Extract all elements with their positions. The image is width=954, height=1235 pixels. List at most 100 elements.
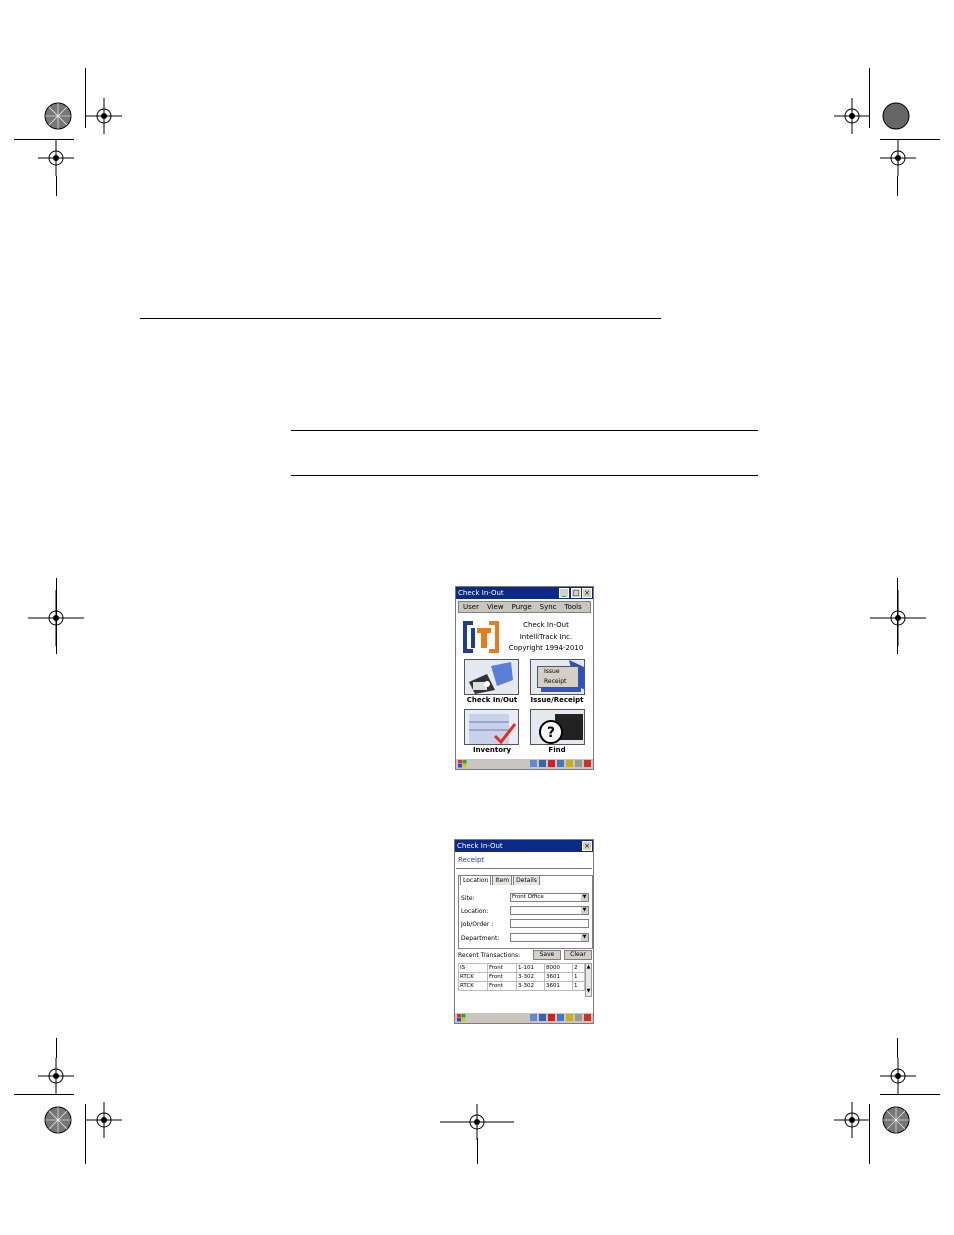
menu-purge[interactable]: Purge	[508, 602, 536, 612]
sync-icon[interactable]	[539, 1014, 546, 1021]
battery-icon[interactable]	[566, 1014, 573, 1021]
menu-tools[interactable]: Tools	[561, 602, 586, 612]
signal-icon[interactable]	[548, 760, 555, 767]
chevron-down-icon[interactable]: ▼	[581, 894, 588, 901]
menu-sync[interactable]: Sync	[536, 602, 561, 612]
color-wheel-mark	[882, 102, 910, 130]
clear-button[interactable]: Clear	[564, 950, 592, 960]
table-row[interactable]: IS Front 1-101 8000 2	[458, 963, 585, 973]
windows-start-icon[interactable]	[458, 760, 467, 768]
inventory-tile[interactable]	[464, 709, 519, 745]
crosshair-mark	[870, 590, 926, 646]
chevron-down-icon[interactable]: ▼	[581, 934, 588, 941]
color-wheel-mark	[44, 1106, 72, 1134]
table-cell: RTCK	[458, 972, 488, 982]
tab-row: Location Item Details	[460, 875, 541, 885]
crosshair-mark	[86, 1102, 122, 1138]
close-button[interactable]: ×	[582, 588, 592, 598]
sync-icon[interactable]	[539, 760, 546, 767]
battery-icon[interactable]	[566, 760, 573, 767]
system-tray	[530, 1014, 591, 1021]
table-cell: 3-302	[516, 981, 545, 991]
table-cell: 2	[572, 963, 585, 973]
globe-icon[interactable]	[557, 1014, 564, 1021]
window-title: Check In-Out	[458, 589, 504, 597]
location-select[interactable]: ▼	[510, 906, 589, 915]
table-cell: Front	[487, 963, 517, 973]
intellitrack-logo	[463, 621, 499, 653]
globe-icon[interactable]	[557, 760, 564, 767]
note-bottom-rule	[291, 475, 758, 476]
app-name: Check In-Out	[523, 621, 569, 629]
windows-start-icon[interactable]	[457, 1014, 466, 1022]
color-wheel-mark	[882, 1106, 910, 1134]
job-order-label: Job/Order :	[461, 921, 494, 928]
inventory-icon	[465, 710, 518, 744]
tab-location[interactable]: Location	[460, 875, 492, 885]
title-bar: Check In-Out ×	[455, 840, 593, 852]
minimize-button[interactable]: _	[559, 588, 569, 598]
menu-view[interactable]: View	[483, 602, 508, 612]
crosshair-mark	[440, 1104, 514, 1140]
maximize-button[interactable]: □	[571, 588, 581, 598]
volume-icon[interactable]	[575, 760, 582, 767]
issue-receipt-tile[interactable]: Issue Receipt	[530, 659, 585, 695]
subtitle-divider	[456, 868, 592, 869]
issue-receipt-popup: Issue Receipt	[537, 666, 579, 688]
copyright: Copyright 1994-2010	[508, 644, 584, 652]
network-icon[interactable]	[530, 760, 537, 767]
scroll-down-icon[interactable]: ▼	[586, 988, 591, 994]
color-wheel-mark	[44, 102, 72, 130]
close-button[interactable]: ×	[582, 841, 592, 851]
find-question-icon: ?	[531, 710, 584, 744]
find-tile[interactable]: ?	[530, 709, 585, 745]
job-order-input[interactable]	[510, 919, 589, 928]
table-cell: 3601	[544, 981, 573, 991]
save-button[interactable]: Save	[533, 950, 561, 960]
check-in-out-tile[interactable]	[464, 659, 519, 695]
taskbar	[456, 758, 593, 769]
crosshair-mark	[880, 140, 916, 176]
crosshair-mark	[834, 1102, 870, 1138]
table-cell: Front	[487, 981, 517, 991]
network-icon[interactable]	[530, 1014, 537, 1021]
recent-transactions-table: IS Front 1-101 8000 2 RTCK Front 3-302 3…	[458, 963, 585, 991]
table-row[interactable]: RTCK Front 3-302 3601 1	[458, 972, 585, 982]
company-name: IntelliTrack Inc.	[519, 632, 573, 641]
crosshair-mark	[38, 140, 74, 176]
signal-icon[interactable]	[548, 1014, 555, 1021]
receipt-option[interactable]: Receipt	[544, 677, 578, 687]
department-select[interactable]: ▼	[510, 933, 589, 942]
check-in-out-main-screen: Check In-Out _ □ × User View Purge Sync …	[455, 586, 594, 770]
issue-option[interactable]: Issue	[544, 667, 578, 677]
scroll-up-icon[interactable]: ▲	[586, 964, 591, 970]
title-bar: Check In-Out _ □ ×	[456, 587, 593, 599]
site-select[interactable]: Front Office ▼	[510, 893, 589, 902]
table-cell: 8000	[544, 963, 573, 973]
svg-text:?: ?	[547, 725, 555, 741]
about-text: Check In-Out IntelliTrack Inc. Copyright…	[502, 620, 590, 655]
header-rule	[140, 318, 661, 319]
barcode-scanner-icon	[465, 660, 518, 694]
table-cell: Front	[487, 972, 517, 982]
table-row[interactable]: RTCK Front 3-302 3601 1	[458, 981, 585, 991]
tab-item[interactable]: Item	[492, 875, 513, 885]
inventory-label: Inventory	[472, 746, 512, 754]
tab-details[interactable]: Details	[513, 875, 540, 885]
location-label: Location:	[461, 908, 489, 915]
menu-user[interactable]: User	[459, 602, 483, 612]
menu-bar: User View Purge Sync Tools	[458, 601, 591, 613]
department-label: Department:	[461, 935, 500, 942]
window-title: Check In-Out	[457, 842, 503, 850]
table-cell: 3-302	[516, 972, 545, 982]
system-tray	[530, 760, 591, 767]
check-in-out-label: Check In/Out	[466, 696, 518, 704]
table-cell: 1	[572, 981, 585, 991]
stylus-icon[interactable]	[584, 1014, 591, 1021]
stylus-icon[interactable]	[584, 760, 591, 767]
site-label: Site:	[461, 895, 475, 902]
recent-transactions-label: Recent Transactions:	[458, 952, 521, 959]
chevron-down-icon[interactable]: ▼	[581, 907, 588, 914]
volume-icon[interactable]	[575, 1014, 582, 1021]
table-scrollbar[interactable]: ▲ ▼	[585, 963, 592, 997]
